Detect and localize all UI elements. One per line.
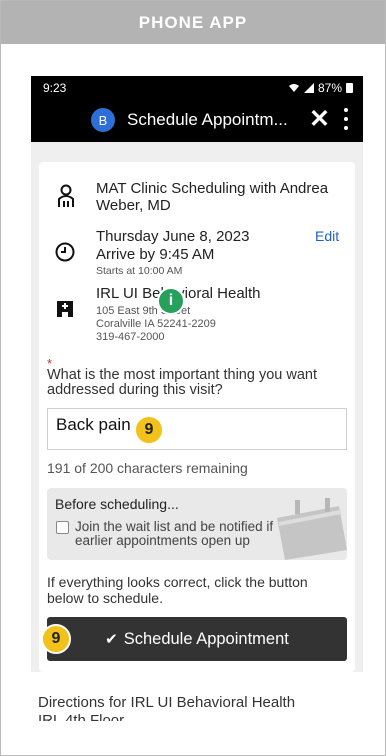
step-badge-answer-label: 9 bbox=[144, 421, 154, 438]
schedule-appointment-button[interactable]: 9 ✔ Schedule Appointment bbox=[41, 617, 347, 661]
step-badge-button-label: 9 bbox=[51, 630, 61, 647]
step-badge-button: 9 bbox=[41, 624, 71, 654]
schedule-instructions: If everything looks correct, click the b… bbox=[47, 574, 308, 606]
location-phone: 319-467-2000 bbox=[96, 331, 165, 343]
more-options-icon[interactable] bbox=[343, 108, 349, 130]
location-icon bbox=[57, 301, 73, 317]
phone-screen: 9:23 87% B Schedule Appointm... ✕ MAT Cl… bbox=[31, 76, 363, 721]
wifi-icon bbox=[288, 84, 299, 92]
battery-icon bbox=[346, 83, 353, 93]
appointment-date: Thursday June 8, 2023 bbox=[96, 228, 250, 245]
address-line-2: Coralville IA 52241-2209 bbox=[96, 318, 216, 330]
app-header: B Schedule Appointm... ✕ bbox=[31, 98, 363, 142]
status-time: 9:23 bbox=[43, 81, 67, 95]
waitlist-panel: Before scheduling... Join the wait list … bbox=[47, 488, 347, 560]
header-title: Schedule Appointm... bbox=[127, 110, 288, 129]
edit-link[interactable]: Edit bbox=[315, 228, 339, 244]
battery-percent: 87% bbox=[317, 81, 342, 95]
info-badge: i bbox=[157, 287, 185, 315]
characters-remaining: 191 of 200 characters remaining bbox=[47, 460, 248, 476]
phone-app-banner: PHONE APP bbox=[1, 1, 385, 44]
banner-label: PHONE APP bbox=[138, 12, 248, 32]
close-icon[interactable]: ✕ bbox=[309, 104, 330, 134]
start-time: Starts at 10:00 AM bbox=[96, 265, 183, 277]
provider-icon bbox=[58, 184, 74, 207]
info-badge-label: i bbox=[168, 292, 174, 309]
status-bar: 9:23 87% bbox=[31, 76, 363, 98]
step-badge-answer: 9 bbox=[134, 415, 164, 445]
avatar-initial: B bbox=[98, 112, 108, 128]
system-indicators: 87% bbox=[288, 81, 353, 95]
avatar[interactable]: B bbox=[91, 108, 115, 132]
waitlist-checkbox[interactable] bbox=[56, 521, 69, 534]
clock-icon bbox=[55, 242, 75, 262]
arrive-time: Arrive by 9:45 AM bbox=[96, 246, 215, 263]
visit-reason-value: Back pain bbox=[56, 415, 131, 434]
signal-icon bbox=[303, 83, 314, 93]
directions-heading: Directions for IRL UI Behavioral Health bbox=[38, 694, 296, 711]
directions-floor: IRL 4th Floor bbox=[38, 712, 125, 721]
waitlist-checkbox-label[interactable]: Join the wait list and be notified if ea… bbox=[75, 520, 305, 548]
page-frame: PHONE APP 9:23 87% B Schedule Appointm..… bbox=[0, 0, 386, 756]
appointment-card: MAT Clinic Scheduling with Andrea Weber,… bbox=[39, 162, 355, 672]
question-label: What is the most important thing you wan… bbox=[47, 367, 317, 398]
visit-reason-input[interactable]: Back pain 9 bbox=[47, 408, 347, 450]
appointment-title: MAT Clinic Scheduling with Andrea Weber,… bbox=[96, 180, 329, 214]
directions-section: Directions for IRL UI Behavioral Health … bbox=[31, 672, 363, 721]
checkmark-icon: ✔ bbox=[105, 631, 118, 648]
waitlist-heading: Before scheduling... bbox=[55, 496, 179, 512]
location-address: 105 East 9th Street Coralville IA 52241-… bbox=[96, 305, 216, 344]
schedule-button-label: Schedule Appointment bbox=[123, 629, 289, 648]
